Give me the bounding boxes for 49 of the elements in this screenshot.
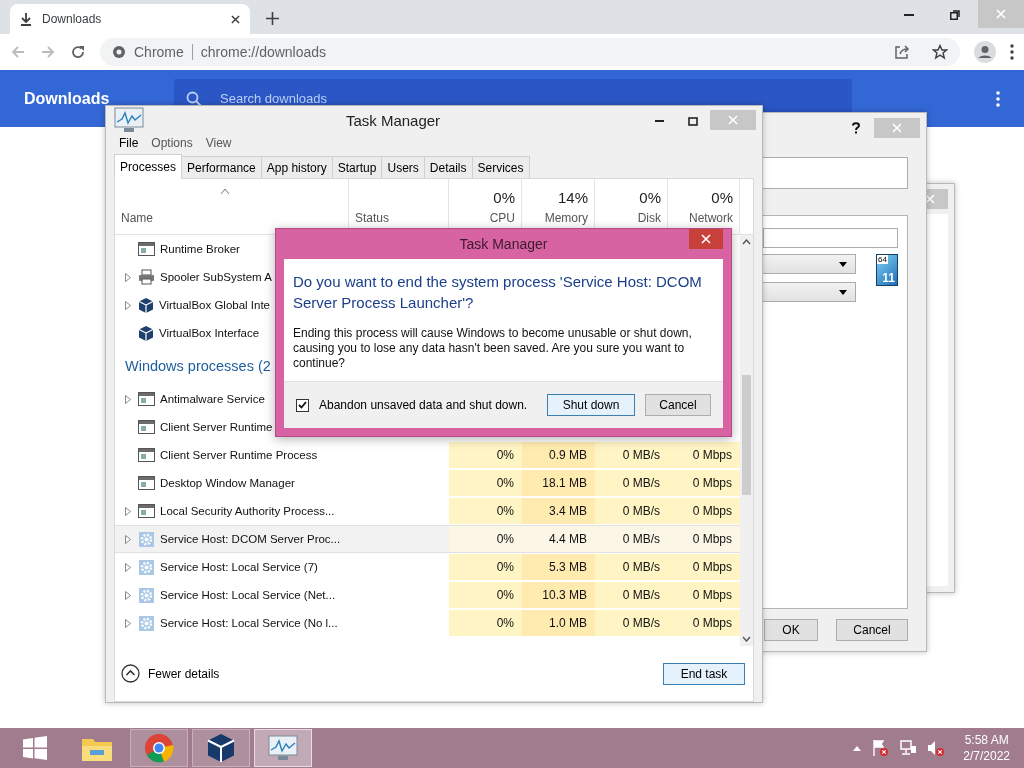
process-name: Client Server Runtime <box>160 421 273 433</box>
table-cell: 0 MB/s <box>595 554 668 580</box>
checkbox-label: Abandon unsaved data and shut down. <box>319 398 529 412</box>
table-cell: 1.0 MB <box>522 610 595 636</box>
table-cell: 0 Mbps <box>668 582 740 608</box>
tab-title: Downloads <box>42 12 103 26</box>
app-logo-icon: 64 11 <box>876 254 898 286</box>
process-name: VirtualBox Interface <box>159 327 260 339</box>
dialog-heading: Do you want to end the system process 'Service Host: DCOM Server Process Launcher'? <box>293 272 703 313</box>
process-name: Spooler SubSystem A <box>160 271 272 283</box>
table-cell: 0% <box>449 442 522 468</box>
table-cell: 5.3 MB <box>522 554 595 580</box>
table-cell: 18.1 MB <box>522 470 595 496</box>
process-name: Local Security Authority Process... <box>160 505 335 517</box>
table-cell: 0 MB/s <box>595 442 668 468</box>
table-cell: 0 MB/s <box>595 470 668 496</box>
process-name: Desktop Window Manager <box>160 477 295 489</box>
table-cell: 0% <box>449 526 522 552</box>
table-cell: 0% <box>449 470 522 496</box>
process-name: Client Server Runtime Process <box>160 449 318 461</box>
table-cell: 0% <box>449 554 522 580</box>
table-cell: 0 Mbps <box>668 554 740 580</box>
table-cell: 0 MB/s <box>595 610 668 636</box>
table-cell: 0 MB/s <box>595 582 668 608</box>
table-cell: 3.4 MB <box>522 498 595 524</box>
table-cell: 10.3 MB <box>522 582 595 608</box>
table-cell: 0% <box>449 498 522 524</box>
table-cell: 0 MB/s <box>595 526 668 552</box>
process-name: Service Host: DCOM Server Proc... <box>160 533 341 545</box>
table-cell: 0 MB/s <box>595 498 668 524</box>
page-title: Downloads <box>24 89 111 108</box>
table-cell: 0% <box>449 610 522 636</box>
process-name: Service Host: Local Service (No l... <box>160 617 338 629</box>
process-name: VirtualBox Global Inte <box>159 299 271 311</box>
process-name: Service Host: Local Service (Net... <box>160 589 336 601</box>
table-cell: 0 Mbps <box>668 442 740 468</box>
table-cell: 0 Mbps <box>668 610 740 636</box>
table-cell: 0 Mbps <box>668 470 740 496</box>
dialog-title: Task Manager <box>458 236 549 252</box>
dialog-message: Ending this process will cause Windows to become unusable or shut down, causing you to lose any data hasn't been saved. Are you sure you want to continue? <box>293 326 693 371</box>
table-cell: 0 Mbps <box>668 498 740 524</box>
table-cell: 0.9 MB <box>522 442 595 468</box>
table-cell: 0 Mbps <box>668 526 740 552</box>
group-heading: Windows processes (2 <box>125 357 271 376</box>
process-name: Service Host: Local Service (7) <box>160 561 318 573</box>
table-cell: 0% <box>449 582 522 608</box>
process-name: Runtime Broker <box>160 243 240 255</box>
table-cell: 4.4 MB <box>522 526 595 552</box>
process-name: Antimalware Service <box>160 393 265 405</box>
